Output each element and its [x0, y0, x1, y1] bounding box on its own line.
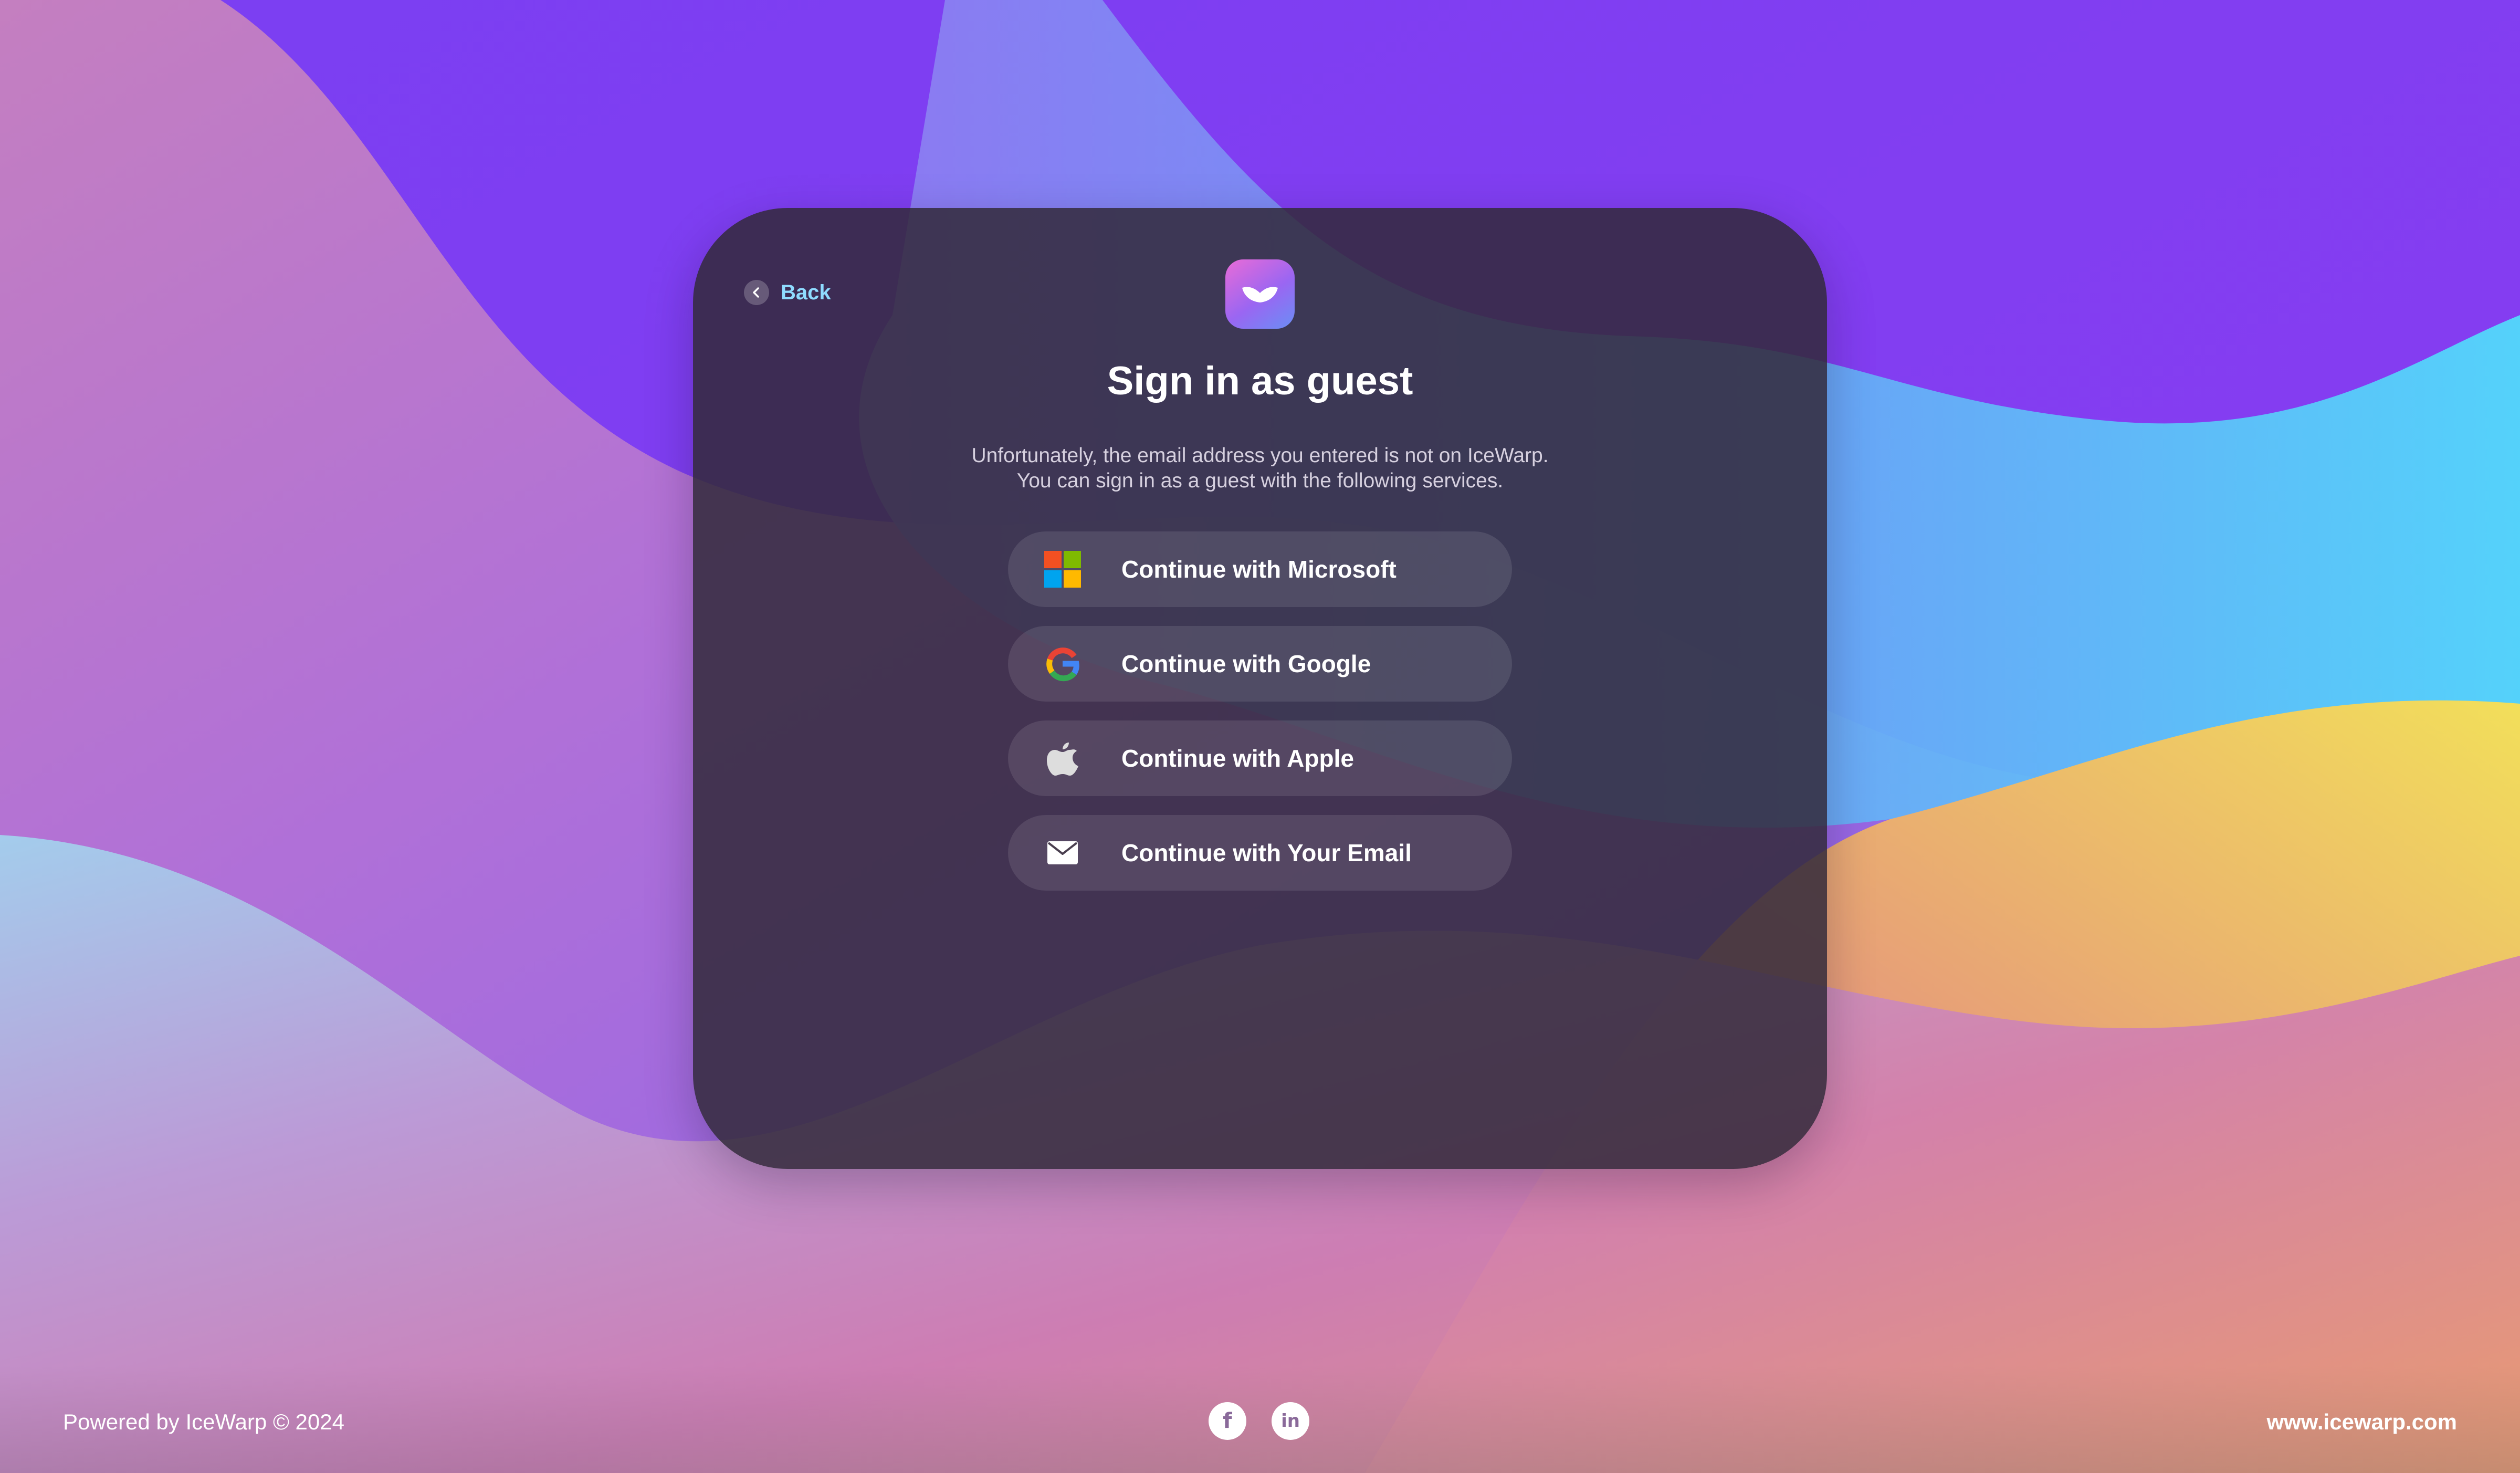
provider-label: Continue with Your Email	[1121, 839, 1412, 866]
apple-icon	[1044, 739, 1082, 777]
guest-signin-card: Back Sign in as guest Unfortunately, the…	[693, 208, 1827, 1169]
envelope-icon	[1044, 834, 1082, 872]
back-label: Back	[781, 280, 831, 304]
provider-list: Continue with Microsoft Continue with Go…	[1008, 531, 1512, 910]
provider-label: Continue with Microsoft	[1121, 556, 1396, 583]
powered-by-text: Powered by IceWarp © 2024	[63, 1409, 344, 1434]
social-links: f in	[1209, 1402, 1309, 1440]
page-title: Sign in as guest	[1107, 359, 1413, 403]
icewarp-logo-icon	[1225, 259, 1295, 329]
google-icon	[1044, 645, 1082, 683]
info-message-line: Unfortunately, the email address you ent…	[971, 444, 1549, 467]
info-message-line: You can sign in as a guest with the foll…	[1016, 469, 1504, 492]
continue-with-google-button[interactable]: Continue with Google	[1008, 626, 1512, 702]
continue-with-email-button[interactable]: Continue with Your Email	[1008, 815, 1512, 891]
info-message: Unfortunately, the email address you ent…	[892, 443, 1628, 494]
provider-label: Continue with Apple	[1121, 745, 1354, 772]
chevron-left-icon	[744, 280, 769, 305]
provider-label: Continue with Google	[1121, 650, 1371, 677]
continue-with-microsoft-button[interactable]: Continue with Microsoft	[1008, 531, 1512, 607]
microsoft-icon	[1044, 550, 1082, 588]
linkedin-icon[interactable]: in	[1272, 1402, 1309, 1440]
continue-with-apple-button[interactable]: Continue with Apple	[1008, 720, 1512, 796]
facebook-icon[interactable]: f	[1209, 1402, 1246, 1440]
website-link[interactable]: www.icewarp.com	[2266, 1408, 2457, 1436]
back-link[interactable]: Back	[744, 279, 831, 306]
